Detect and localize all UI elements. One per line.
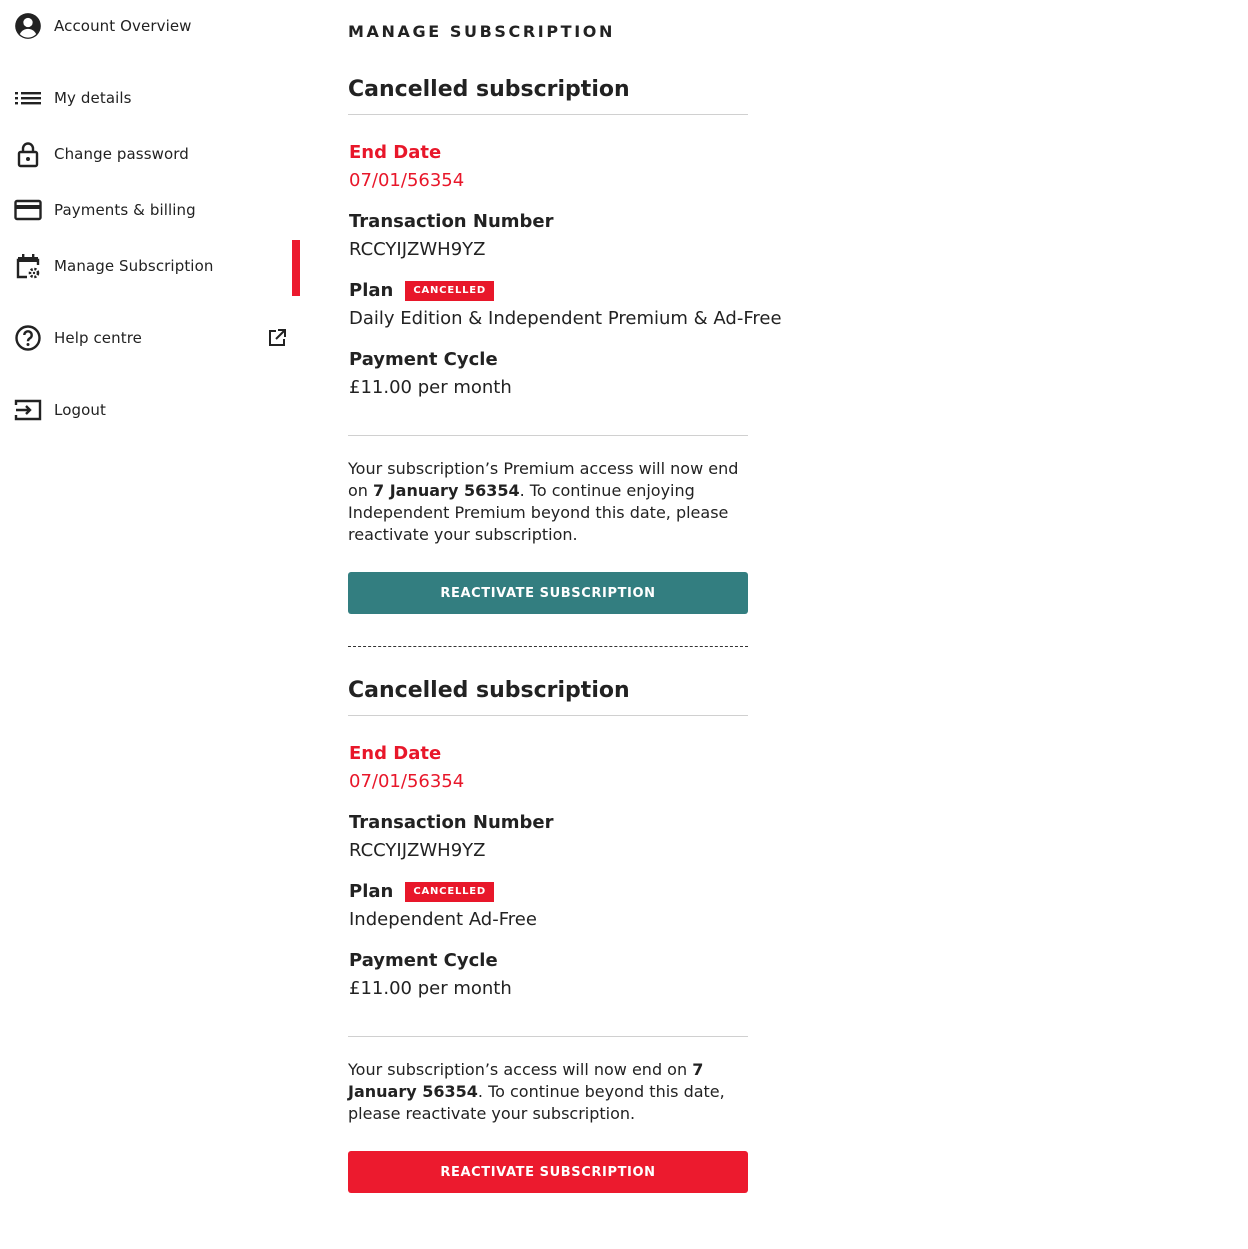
- sidebar-item-change-password[interactable]: Change password: [14, 138, 300, 170]
- sidebar-item-label: Help centre: [54, 329, 142, 347]
- divider: [348, 114, 748, 115]
- sidebar-item-label: Change password: [54, 145, 189, 163]
- plan-label-row: Plan CANCELLED: [349, 280, 495, 301]
- help-circle-icon: [14, 324, 42, 352]
- divider: [348, 715, 748, 716]
- external-link-icon: [266, 327, 288, 349]
- plan-label: Plan: [349, 280, 394, 301]
- transaction-number-value: RCCYIJZWH9YZ: [349, 239, 486, 260]
- sidebar-item-manage-subscription[interactable]: Manage Subscription: [14, 250, 300, 282]
- sidebar-item-label: My details: [54, 89, 132, 107]
- end-date-label: End Date: [349, 142, 442, 163]
- sidebar-item-label: Logout: [54, 401, 106, 419]
- calendar-settings-icon: [14, 252, 42, 280]
- sidebar-item-label: Manage Subscription: [54, 257, 214, 275]
- sidebar-item-logout[interactable]: Logout: [14, 394, 300, 426]
- end-date-label: End Date: [349, 743, 442, 764]
- status-badge: CANCELLED: [405, 882, 495, 902]
- transaction-number-value: RCCYIJZWH9YZ: [349, 840, 486, 861]
- plan-name: Independent Ad-Free: [349, 909, 537, 930]
- card-heading: Cancelled subscription: [348, 678, 630, 703]
- sidebar-item-label: Account Overview: [54, 17, 192, 35]
- note-end-date: 7 January 56354: [373, 481, 520, 500]
- reactivation-note: Your subscription’s access will now end …: [348, 1059, 750, 1125]
- note-text: Your subscription’s access will now end …: [348, 1060, 693, 1079]
- end-date-value: 07/01/56354: [349, 771, 465, 792]
- transaction-number-label: Transaction Number: [349, 812, 554, 833]
- reactivate-subscription-button[interactable]: REACTIVATE SUBSCRIPTION: [348, 572, 748, 614]
- sidebar-item-account-overview[interactable]: Account Overview: [14, 10, 300, 42]
- payment-cycle-label: Payment Cycle: [349, 950, 498, 971]
- reactivation-note: Your subscription’s Premium access will …: [348, 458, 750, 546]
- divider: [348, 1036, 748, 1037]
- payment-cycle-label: Payment Cycle: [349, 349, 498, 370]
- card-heading: Cancelled subscription: [348, 77, 630, 102]
- sidebar-item-payments-billing[interactable]: Payments & billing: [14, 194, 300, 226]
- credit-card-icon: [14, 196, 42, 224]
- status-badge: CANCELLED: [405, 281, 495, 301]
- card-separator: [348, 646, 748, 647]
- divider: [348, 435, 748, 436]
- transaction-number-label: Transaction Number: [349, 211, 554, 232]
- payment-cycle-value: £11.00 per month: [349, 978, 512, 999]
- sidebar-item-my-details[interactable]: My details: [14, 82, 300, 114]
- lock-icon: [14, 140, 42, 168]
- account-circle-icon: [14, 12, 42, 40]
- payment-cycle-value: £11.00 per month: [349, 377, 512, 398]
- plan-label: Plan: [349, 881, 394, 902]
- active-nav-indicator: [292, 240, 300, 296]
- page-title: MANAGE SUBSCRIPTION: [348, 22, 615, 41]
- end-date-value: 07/01/56354: [349, 170, 465, 191]
- sidebar-item-label: Payments & billing: [54, 201, 196, 219]
- plan-name: Daily Edition & Independent Premium & Ad…: [349, 308, 782, 329]
- sidebar-item-help-centre[interactable]: Help centre: [14, 322, 300, 354]
- list-icon: [14, 84, 42, 112]
- plan-label-row: Plan CANCELLED: [349, 881, 495, 902]
- reactivate-subscription-button[interactable]: REACTIVATE SUBSCRIPTION: [348, 1151, 748, 1193]
- logout-icon: [14, 396, 42, 424]
